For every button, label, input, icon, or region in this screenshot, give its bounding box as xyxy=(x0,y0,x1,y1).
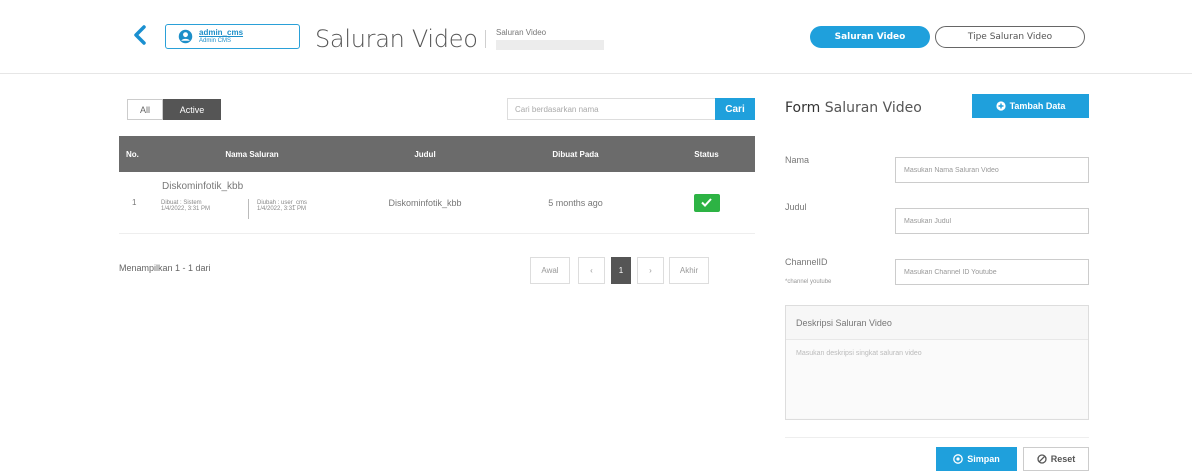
plus-circle-icon xyxy=(995,101,1006,111)
column-header-judul[interactable]: Judul xyxy=(357,150,493,159)
back-button[interactable] xyxy=(130,24,152,46)
meta-divider xyxy=(248,198,249,219)
page-last-button[interactable]: Akhir xyxy=(669,257,709,284)
status-active-badge[interactable] xyxy=(693,193,720,212)
filter-active-button[interactable]: Active xyxy=(163,99,221,120)
column-header-no: No. xyxy=(126,149,139,159)
judul-input[interactable] xyxy=(895,208,1089,234)
channel-table: No. Nama Saluran Judul Dibuat Pada Statu… xyxy=(119,136,755,234)
row-number: 1 xyxy=(132,198,137,207)
filter-all-button[interactable]: All xyxy=(127,99,163,120)
table-row[interactable]: 1 Diskominfotik_kbb Dibuat : Sistem 1/4/… xyxy=(119,172,755,234)
page-next-button[interactable]: › xyxy=(637,257,664,284)
chevron-left-icon xyxy=(134,25,146,45)
nama-label: Nama xyxy=(785,155,810,165)
created-at: 1/4/2022, 3:31 PM xyxy=(161,206,211,213)
page-prev-button[interactable]: ‹ xyxy=(578,257,605,284)
tab-saluran-video[interactable]: Saluran Video xyxy=(810,26,930,48)
column-header-nama-saluran[interactable]: Nama Saluran xyxy=(147,150,357,159)
status-filter: All Active xyxy=(127,99,221,120)
judul-label: Judul xyxy=(785,202,807,212)
updated-at: 1/4/2022, 3:31 PM xyxy=(257,206,307,213)
save-button[interactable]: Simpan xyxy=(936,447,1017,471)
form-divider xyxy=(785,437,1089,438)
add-data-label: Tambah Data xyxy=(1009,101,1066,111)
description-box: Deskripsi Saluran Video xyxy=(785,305,1089,420)
row-status-cell xyxy=(658,193,755,212)
pagination: Awal ‹ 1 › Akhir xyxy=(530,257,709,284)
breadcrumb: Saluran Video xyxy=(496,28,547,37)
search-input[interactable] xyxy=(507,98,717,120)
page-header: admin_cms Admin CMS Saluran Video Salura… xyxy=(0,0,1192,74)
description-textarea[interactable] xyxy=(786,340,1088,418)
column-header-status: Status xyxy=(694,149,719,159)
form-title-bold: Form xyxy=(785,100,821,116)
user-role: Admin CMS xyxy=(199,38,232,44)
page-title: Saluran Video xyxy=(315,25,478,53)
row-name-cell: Diskominfotik_kbb Dibuat : Sistem 1/4/20… xyxy=(147,172,357,234)
updated-info: Diubah : user_cms 1/4/2022, 3:31 PM xyxy=(257,200,347,214)
page-current-button[interactable]: 1 xyxy=(611,257,631,284)
pagination-info: Menampilkan 1 - 1 dari xyxy=(119,263,211,273)
reset-button[interactable]: Reset xyxy=(1023,447,1089,471)
reset-icon xyxy=(1037,454,1047,464)
save-icon xyxy=(953,454,964,464)
form-title: Form Saluran Video xyxy=(785,100,922,116)
add-data-button[interactable]: Tambah Data xyxy=(972,94,1089,118)
row-judul: Diskominfotik_kbb xyxy=(388,197,462,208)
table-header: No. Nama Saluran Judul Dibuat Pada Statu… xyxy=(119,136,755,172)
save-label: Simpan xyxy=(967,454,1000,464)
breadcrumb-placeholder-bar xyxy=(496,40,604,50)
channel-id-label: ChannelID xyxy=(785,257,828,267)
description-label: Deskripsi Saluran Video xyxy=(786,306,1088,340)
user-badge[interactable]: admin_cms Admin CMS xyxy=(165,24,300,49)
search-button[interactable]: Cari xyxy=(715,98,755,120)
user-name: admin_cms xyxy=(199,28,244,37)
channel-id-hint: *channel youtube xyxy=(785,279,832,285)
row-dibuat-pada: 5 months ago xyxy=(548,197,603,208)
channel-id-input[interactable] xyxy=(895,259,1089,285)
page-first-button[interactable]: Awal xyxy=(530,257,570,284)
reset-label: Reset xyxy=(1050,454,1076,464)
nama-input[interactable] xyxy=(895,157,1089,183)
updated-by: Diubah : user_cms xyxy=(257,199,308,206)
form-title-rest: Saluran Video xyxy=(820,100,922,116)
channel-name: Diskominfotik_kbb xyxy=(162,180,244,192)
created-info: Dibuat : Sistem 1/4/2022, 3:31 PM xyxy=(161,200,256,214)
title-divider xyxy=(485,30,486,48)
column-header-dibuat-pada[interactable]: Dibuat Pada xyxy=(493,150,658,159)
check-icon xyxy=(701,198,712,207)
tab-tipe-saluran-video[interactable]: Tipe Saluran Video xyxy=(935,26,1085,48)
created-by: Dibuat : Sistem xyxy=(161,199,202,206)
user-circle-icon xyxy=(178,29,193,44)
